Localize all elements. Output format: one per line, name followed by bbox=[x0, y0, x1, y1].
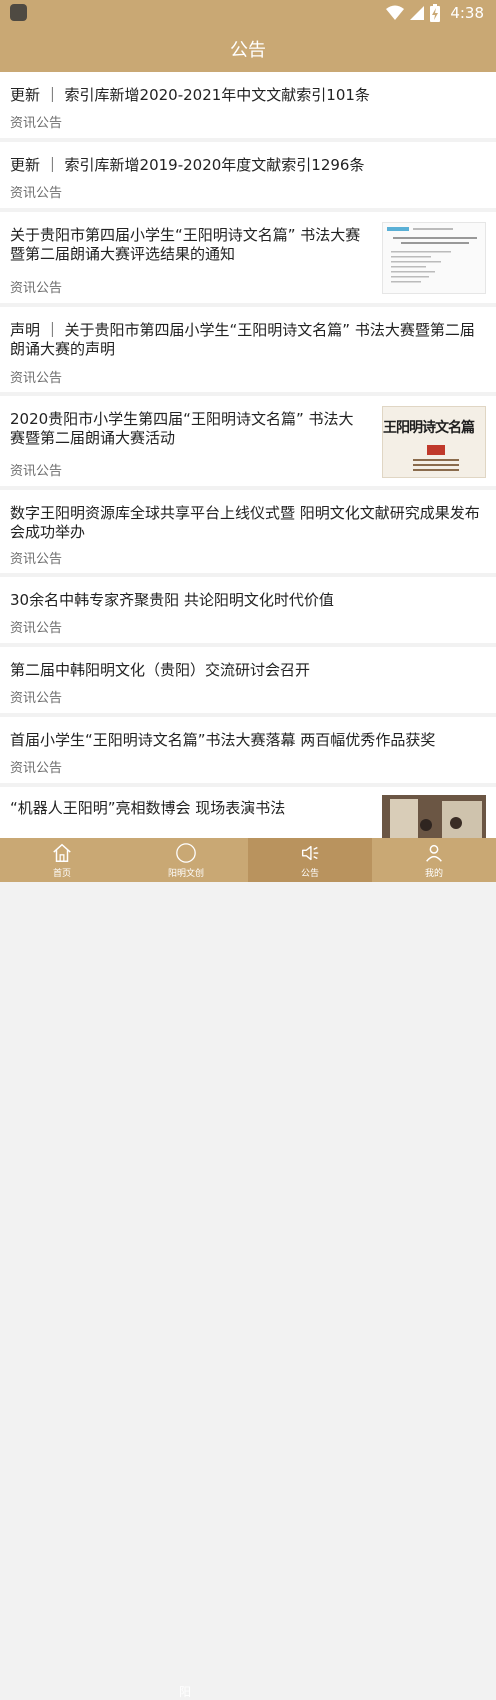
poster-title: 王阳明诗文名篇 bbox=[383, 420, 475, 436]
tab-label: 公告 bbox=[300, 868, 319, 879]
status-time: 4:38 bbox=[450, 4, 484, 22]
item-title: 更新 ｜ 索引库新增2020-2021年中文文献索引101条 bbox=[10, 86, 370, 104]
item-title: 声明 ｜ 关于贵阳市第四届小学生“王阳明诗文名篇” 书法大赛暨第二届朗诵大赛的声… bbox=[10, 321, 475, 358]
tab-label: 我的 bbox=[424, 868, 443, 879]
list-item[interactable]: 更新 ｜ 索引库新增2019-2020年度文献索引1296条 资讯公告 bbox=[0, 142, 496, 208]
tab-announcements[interactable]: 公告 bbox=[248, 838, 372, 882]
item-thumbnail-document bbox=[382, 222, 486, 294]
list-item[interactable]: 声明 ｜ 关于贵阳市第四届小学生“王阳明诗文名篇” 书法大赛暨第二届朗诵大赛的声… bbox=[0, 307, 496, 392]
announcement-list[interactable]: 更新 ｜ 索引库新增2020-2021年中文文献索引101条 资讯公告 更新 ｜… bbox=[0, 72, 496, 838]
item-category: 资讯公告 bbox=[10, 464, 63, 479]
cell-signal-icon bbox=[410, 6, 425, 20]
item-title: 2020贵阳市小学生第四届“王阳明诗文名篇” 书法大赛暨第二届朗诵大赛活动 bbox=[10, 410, 354, 447]
list-item[interactable]: 第二届中韩阳明文化（贵阳）交流研讨会召开 资讯公告 bbox=[0, 647, 496, 713]
item-category: 资讯公告 bbox=[10, 761, 63, 776]
item-category: 资讯公告 bbox=[10, 552, 63, 567]
item-category: 资讯公告 bbox=[10, 691, 63, 706]
item-category: 资讯公告 bbox=[10, 621, 63, 636]
item-category: 资讯公告 bbox=[10, 371, 63, 386]
tab-label: 阳明文创 bbox=[167, 868, 204, 879]
item-category: 资讯公告 bbox=[10, 116, 63, 131]
bottom-tab-bar: 首页 阳 阳明文创 公告 我的 bbox=[0, 838, 496, 1699]
tab-label: 首页 bbox=[52, 868, 71, 879]
page-title: 公告 bbox=[230, 40, 266, 61]
list-item[interactable]: 首届小学生“王阳明诗文名篇”书法大赛落幕 两百幅优秀作品获奖 资讯公告 bbox=[0, 717, 496, 783]
item-title: 数字王阳明资源库全球共享平台上线仪式暨 阳明文化文献研究成果发布会成功举办 bbox=[10, 504, 480, 541]
list-item[interactable]: 2020贵阳市小学生第四届“王阳明诗文名篇” 书法大赛暨第二届朗诵大赛活动 资讯… bbox=[0, 396, 496, 486]
yang-circle-icon bbox=[176, 842, 196, 863]
status-icons: 4:38 bbox=[386, 3, 484, 23]
list-item[interactable]: 关于贵阳市第四届小学生“王阳明诗文名篇” 书法大赛暨第二届朗诵大赛评选结果的通知… bbox=[0, 212, 496, 303]
page-header: 公告 bbox=[0, 26, 496, 72]
item-title: 第二届中韩阳明文化（贵阳）交流研讨会召开 bbox=[10, 661, 311, 679]
list-item[interactable]: 30余名中韩专家齐聚贵阳 共论阳明文化时代价值 资讯公告 bbox=[0, 577, 496, 643]
item-category: 资讯公告 bbox=[10, 281, 63, 296]
home-icon bbox=[53, 843, 71, 862]
speaker-icon bbox=[301, 845, 319, 860]
list-item[interactable]: “机器人王阳明”亮相数博会 现场表演书法 bbox=[0, 787, 496, 838]
battery-icon bbox=[430, 4, 441, 22]
item-title: 30余名中韩专家齐聚贵阳 共论阳明文化时代价值 bbox=[10, 591, 334, 609]
poster-stamp bbox=[427, 445, 445, 455]
status-bar: 4:38 bbox=[0, 0, 496, 26]
poster-text-lines bbox=[413, 459, 459, 461]
item-title: 关于贵阳市第四届小学生“王阳明诗文名篇” 书法大赛暨第二届朗诵大赛评选结果的通知 bbox=[10, 226, 361, 263]
item-title: 更新 ｜ 索引库新增2019-2020年度文献索引1296条 bbox=[10, 156, 365, 174]
person-icon bbox=[426, 844, 442, 862]
item-thumbnail-poster: 王阳明诗文名篇 bbox=[382, 406, 486, 478]
item-thumbnail-photo bbox=[382, 795, 486, 838]
list-item[interactable]: 数字王阳明资源库全球共享平台上线仪式暨 阳明文化文献研究成果发布会成功举办 资讯… bbox=[0, 490, 496, 573]
tab-yangming-creative[interactable]: 阳 阳明文创 bbox=[124, 838, 248, 1699]
item-title: “机器人王阳明”亮相数博会 现场表演书法 bbox=[10, 799, 286, 817]
item-title: 首届小学生“王阳明诗文名篇”书法大赛落幕 两百幅优秀作品获奖 bbox=[10, 731, 436, 749]
item-category: 资讯公告 bbox=[10, 186, 63, 201]
list-item[interactable]: 更新 ｜ 索引库新增2020-2021年中文文献索引101条 资讯公告 bbox=[0, 72, 496, 138]
wifi-icon bbox=[386, 5, 405, 20]
tab-icon-glyph: 阳 bbox=[179, 1685, 192, 1699]
tab-profile[interactable]: 我的 bbox=[372, 838, 496, 882]
app-notification-icon bbox=[10, 4, 27, 21]
tab-home[interactable]: 首页 bbox=[0, 838, 124, 882]
